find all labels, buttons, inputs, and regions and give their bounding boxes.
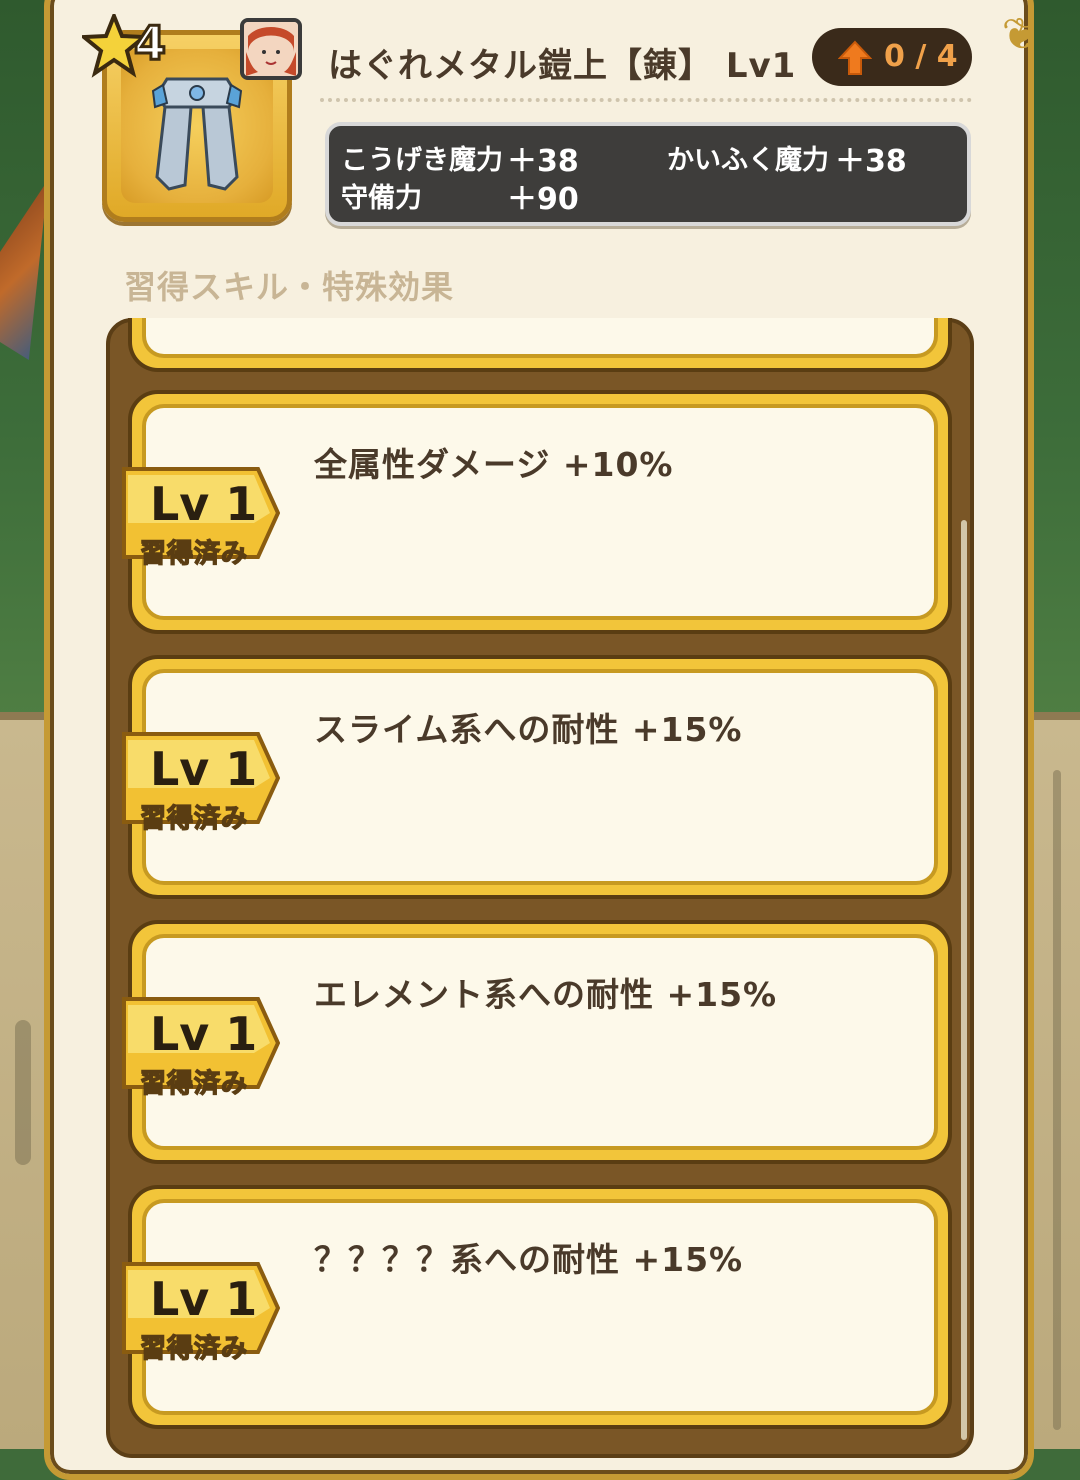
rarity-star-icon <box>82 14 150 78</box>
background-scrollbar-right <box>1053 770 1061 1430</box>
armor-icon <box>151 77 243 191</box>
skill-text: エレメント系への耐性 +15% <box>314 975 778 1014</box>
stat-label-defense: 守備力 <box>341 183 422 214</box>
skill-level-badge: Lv 1 習得済み <box>122 728 282 835</box>
skill-level: Lv 1 <box>150 1007 258 1061</box>
skill-level: Lv 1 <box>150 742 258 796</box>
stat-label-attack-magic: こうげき魔力 <box>341 145 503 176</box>
skill-level-badge: Lv 1 習得済み <box>122 463 282 570</box>
skill-text: ？？？？系への耐性 +15% <box>314 1240 744 1279</box>
skill-status: 習得済み <box>139 1333 249 1365</box>
stat-label-heal-magic: かいふく魔力 <box>667 145 829 176</box>
stat-value-defense: ＋90 <box>507 182 579 217</box>
skill-text: スライム系への耐性 +15% <box>314 710 743 749</box>
skill-card-partial <box>128 318 952 372</box>
skill-status: 習得済み <box>139 1068 249 1100</box>
stat-value-heal-magic: ＋38 <box>835 144 907 179</box>
panel-corner-ornament-icon: ❦ <box>1001 9 1039 60</box>
skill-list-scrollbar[interactable] <box>961 520 967 1440</box>
title-divider <box>320 98 972 102</box>
character-face-icon <box>244 22 298 76</box>
rarity-count: 4 <box>132 15 167 72</box>
upgrade-count: 0 / 4 <box>884 39 958 74</box>
arrow-up-icon <box>838 40 872 75</box>
skill-status: 習得済み <box>139 803 249 835</box>
skill-level-badge: Lv 1 習得済み <box>122 993 282 1100</box>
item-title: はぐれメタル鎧上【錬】 Lv1 <box>328 46 797 86</box>
character-avatar <box>240 18 302 80</box>
skill-level-badge: Lv 1 習得済み <box>122 1258 282 1365</box>
skill-card-partial-inner <box>142 318 938 358</box>
skill-text: 全属性ダメージ +10% <box>314 445 674 484</box>
skill-status: 習得済み <box>139 538 249 570</box>
background-scrollbar <box>15 1020 31 1165</box>
skill-level: Lv 1 <box>150 477 258 531</box>
section-title: 習得スキル・特殊効果 <box>124 268 455 306</box>
stats-box: こうげき魔力 ＋38 かいふく魔力 ＋38 守備力 ＋90 <box>325 122 971 226</box>
skill-level: Lv 1 <box>150 1272 258 1326</box>
upgrade-progress-badge: 0 / 4 <box>812 28 972 86</box>
